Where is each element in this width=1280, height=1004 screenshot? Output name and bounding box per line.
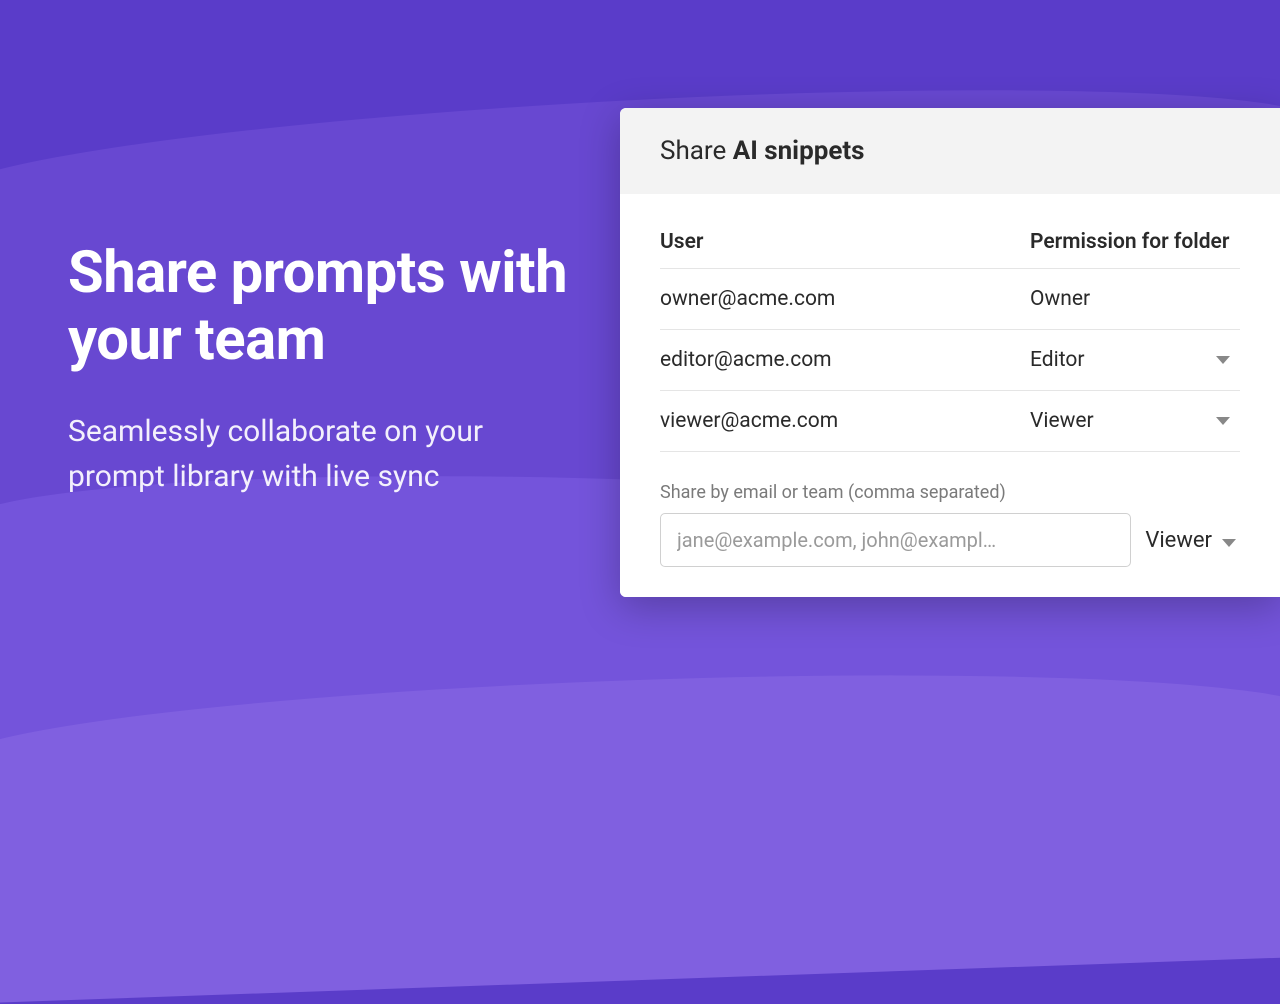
table-row: owner@acme.com Owner [660, 269, 1240, 330]
permission-dropdown[interactable]: Viewer [1030, 409, 1240, 433]
headline: Share prompts with your team [68, 240, 580, 373]
marketing-panel: Share prompts with your team Seamlessly … [0, 0, 620, 800]
permission-value: Owner [1030, 287, 1180, 311]
column-header-permission: Permission for folder [1030, 230, 1240, 254]
column-header-user: User [660, 230, 1030, 254]
share-dialog: Share AI snippets User Permission for fo… [620, 108, 1280, 597]
chevron-down-icon [1216, 413, 1230, 429]
default-permission-dropdown[interactable]: Viewer [1145, 528, 1240, 553]
dialog-title-prefix: Share [660, 136, 733, 166]
user-email: owner@acme.com [660, 287, 1030, 311]
subheadline: Seamlessly collaborate on your prompt li… [68, 409, 580, 499]
dialog-title-name: AI snippets [733, 136, 865, 166]
chevron-down-icon [1216, 352, 1230, 368]
permission-dropdown[interactable]: Editor [1030, 348, 1240, 372]
share-input-label: Share by email or team (comma separated) [660, 482, 1240, 503]
share-email-input[interactable] [660, 513, 1131, 567]
dialog-title: Share AI snippets [620, 108, 1280, 194]
user-email: editor@acme.com [660, 348, 1030, 372]
chevron-down-icon [1222, 528, 1236, 553]
default-permission-value: Viewer [1145, 528, 1212, 553]
table-header: User Permission for folder [660, 216, 1240, 269]
permission-value: Editor [1030, 348, 1180, 372]
user-email: viewer@acme.com [660, 409, 1030, 433]
table-row: viewer@acme.com Viewer [660, 391, 1240, 452]
table-row: editor@acme.com Editor [660, 330, 1240, 391]
permission-value: Viewer [1030, 409, 1180, 433]
